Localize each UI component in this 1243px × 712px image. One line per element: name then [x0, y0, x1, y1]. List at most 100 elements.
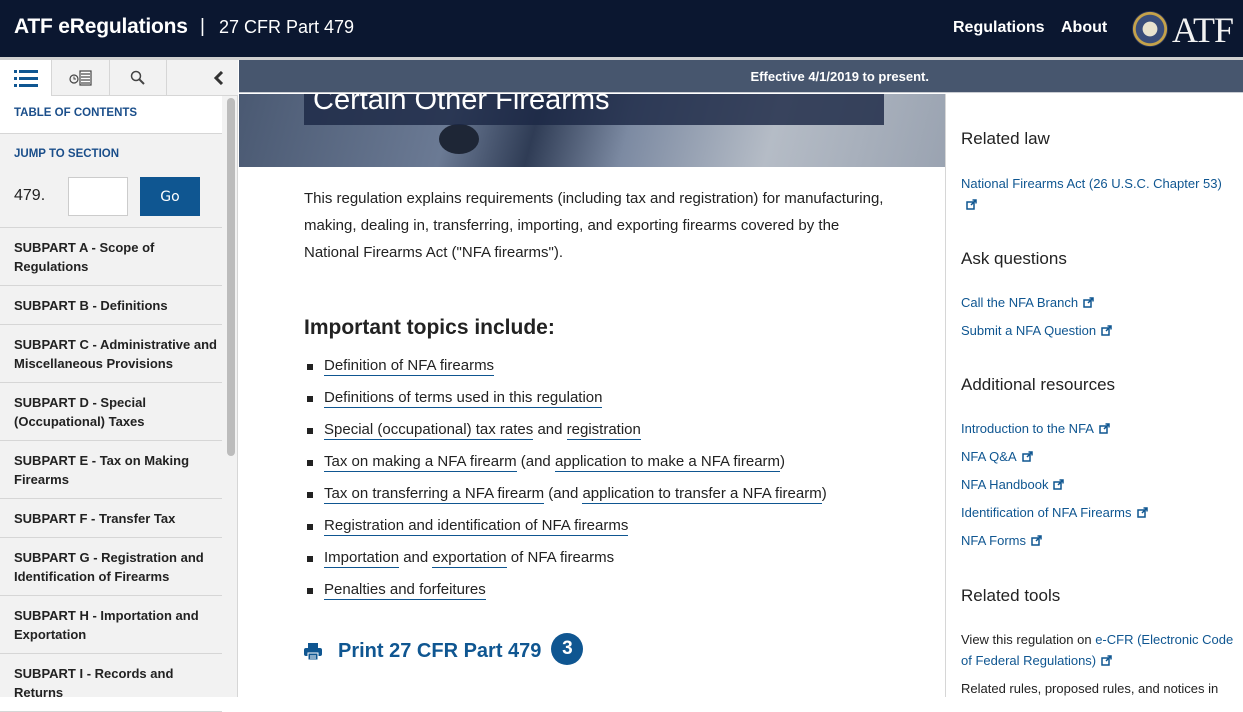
topic-link[interactable]: Registration and identification of NFA f…	[324, 517, 629, 536]
topic-item: Tax on making a NFA firearm (and applica…	[304, 446, 884, 478]
topic-link[interactable]: Tax on making a NFA firearm	[324, 453, 517, 472]
link-text: National Firearms Act (26 U.S.C. Chapter…	[961, 176, 1222, 191]
toc-heading: TABLE OF CONTENTS	[0, 96, 222, 134]
topic-link[interactable]: Penalties and forfeitures	[324, 581, 486, 600]
atf-seal-icon[interactable]	[1132, 11, 1168, 47]
topic-item: Registration and identification of NFA f…	[304, 510, 884, 542]
link-text: NFA Handbook	[961, 477, 1049, 492]
topic-text: and	[399, 549, 433, 566]
effective-date-text: Effective 4/1/2019 to present.	[750, 69, 929, 84]
printer-icon	[304, 642, 322, 660]
atf-logo[interactable]: ATF	[1172, 9, 1234, 51]
additional-resources-heading: Additional resources	[961, 375, 1116, 394]
external-link-icon	[1101, 655, 1112, 666]
collapse-sidebar-button[interactable]	[167, 60, 238, 96]
external-link-icon	[1053, 479, 1065, 490]
ask-questions-heading: Ask questions	[961, 249, 1067, 268]
topic-link[interactable]: application to make a NFA firearm	[554, 453, 781, 472]
main-content: This regulation explains requirements (i…	[304, 185, 884, 606]
toc-item-subpart-c[interactable]: SUBPART C - Administrative and Miscellan…	[0, 325, 222, 383]
topics-heading: Important topics include:	[304, 316, 555, 339]
ecfr-paragraph: View this regulation on e-CFR (Electroni…	[961, 629, 1241, 671]
toc-item-subpart-a[interactable]: SUBPART A - Scope of Regulations	[0, 228, 222, 286]
chevron-left-icon	[213, 70, 223, 85]
scrollbar-thumb[interactable]	[227, 98, 235, 456]
brand-separator: |	[200, 16, 205, 37]
intro-paragraph: This regulation explains requirements (i…	[304, 190, 884, 261]
toc-item-subpart-d[interactable]: SUBPART D - Special (Occupational) Taxes	[0, 383, 222, 441]
topic-text: )	[821, 485, 827, 502]
hero-title: Certain Other Firearms	[313, 94, 610, 116]
top-nav-bar: ATF eRegulations | 27 CFR Part 479 Regul…	[0, 0, 1243, 57]
link-text: NFA Q&A	[961, 449, 1017, 464]
print-label[interactable]: Print 27 CFR Part 479	[338, 640, 541, 663]
topic-link[interactable]: Definitions of terms used in this regula…	[324, 389, 603, 408]
external-link-icon	[1101, 325, 1112, 336]
nfa-handbook-link[interactable]: NFA Handbook	[961, 474, 1231, 495]
hero-banner: Certain Other Firearms	[239, 94, 945, 167]
toc-item-subpart-e[interactable]: SUBPART E - Tax on Making Firearms	[0, 441, 222, 499]
section-number-input[interactable]	[68, 177, 128, 216]
link-text: Call the NFA Branch	[961, 295, 1079, 310]
link-text: Introduction to the NFA	[961, 421, 1094, 436]
topic-link[interactable]: Tax on transferring a NFA firearm	[324, 485, 545, 504]
tab-search[interactable]	[110, 60, 167, 96]
topic-text: )	[780, 453, 786, 470]
toc-item-subpart-i[interactable]: SUBPART I - Records and Returns	[0, 654, 222, 712]
toc-item-subpart-h[interactable]: SUBPART H - Importation and Exportation	[0, 596, 222, 654]
topic-link[interactable]: Importation	[324, 549, 400, 568]
jump-to-section-label: JUMP TO SECTION	[14, 148, 120, 160]
external-link-icon	[1099, 423, 1110, 434]
print-link[interactable]: Print 27 CFR Part 479 3	[304, 633, 584, 665]
topic-link[interactable]: application to transfer a NFA firearm	[582, 485, 822, 504]
topic-text: and	[533, 421, 567, 438]
external-link-icon	[1031, 535, 1042, 546]
nfa-forms-link[interactable]: NFA Forms	[961, 530, 1231, 551]
toc-item-subpart-b[interactable]: SUBPART B - Definitions	[0, 286, 222, 325]
topic-link[interactable]: Special (occupational) tax rates	[324, 421, 534, 440]
section-prefix: 479.	[14, 187, 46, 204]
external-link-icon	[966, 199, 977, 210]
external-link-icon	[1021, 451, 1033, 462]
toc-item-subpart-g[interactable]: SUBPART G - Registration and Identificat…	[0, 538, 222, 596]
effective-date-bar: Effective 4/1/2019 to present.	[239, 60, 1243, 93]
tab-timeline[interactable]	[52, 60, 110, 96]
sidebar-scrollbar[interactable]	[226, 96, 236, 697]
topic-item: Special (occupational) tax rates and reg…	[304, 414, 884, 446]
toc-list: SUBPART A - Scope of Regulations SUBPART…	[0, 228, 222, 712]
nav-about-link[interactable]: About	[1061, 19, 1107, 37]
identification-nfa-firearms-link[interactable]: Identification of NFA Firearms	[961, 502, 1231, 523]
search-icon	[130, 70, 145, 85]
topic-link[interactable]: Definition of NFA firearms	[324, 357, 495, 376]
toc-item-subpart-f[interactable]: SUBPART F - Transfer Tax	[0, 499, 222, 538]
link-text: Identification of NFA Firearms	[961, 505, 1132, 520]
external-link-icon	[1083, 297, 1094, 308]
topic-item: Importation and exportation of NFA firea…	[304, 542, 884, 574]
hero-image-detail	[439, 124, 479, 154]
topics-list: Definition of NFA firearms Definitions of…	[304, 350, 884, 606]
topic-link[interactable]: exportation	[432, 549, 507, 568]
submit-nfa-question-link[interactable]: Submit a NFA Question	[961, 320, 1231, 341]
topic-item: Definition of NFA firearms	[304, 350, 884, 382]
related-tools-heading: Related tools	[961, 586, 1061, 605]
go-button[interactable]: Go	[140, 177, 200, 216]
nfa-qa-link[interactable]: NFA Q&A	[961, 446, 1231, 467]
print-count-badge: 3	[551, 633, 584, 665]
list-icon	[13, 69, 38, 87]
left-sidebar: TABLE OF CONTENTS JUMP TO SECTION 479. G…	[0, 60, 238, 712]
sidebar-tabs	[0, 60, 238, 96]
site-brand-link[interactable]: ATF eRegulations	[14, 15, 188, 39]
call-nfa-branch-link[interactable]: Call the NFA Branch	[961, 292, 1231, 313]
tab-table-of-contents[interactable]	[0, 60, 52, 96]
regulation-part-title: 27 CFR Part 479	[219, 17, 355, 37]
topic-link[interactable]: registration	[566, 421, 641, 440]
related-law-heading: Related law	[961, 129, 1050, 148]
intro-to-nfa-link[interactable]: Introduction to the NFA	[961, 418, 1231, 439]
link-text: Submit a NFA Question	[961, 323, 1097, 338]
topic-text: (and	[544, 485, 583, 502]
topic-item: Tax on transferring a NFA firearm (and a…	[304, 478, 884, 510]
nav-regulations-link[interactable]: Regulations	[953, 19, 1045, 37]
national-firearms-act-link[interactable]: National Firearms Act (26 U.S.C. Chapter…	[961, 173, 1231, 215]
topic-text: of NFA firearms	[506, 549, 615, 566]
topic-item: Penalties and forfeitures	[304, 574, 884, 606]
